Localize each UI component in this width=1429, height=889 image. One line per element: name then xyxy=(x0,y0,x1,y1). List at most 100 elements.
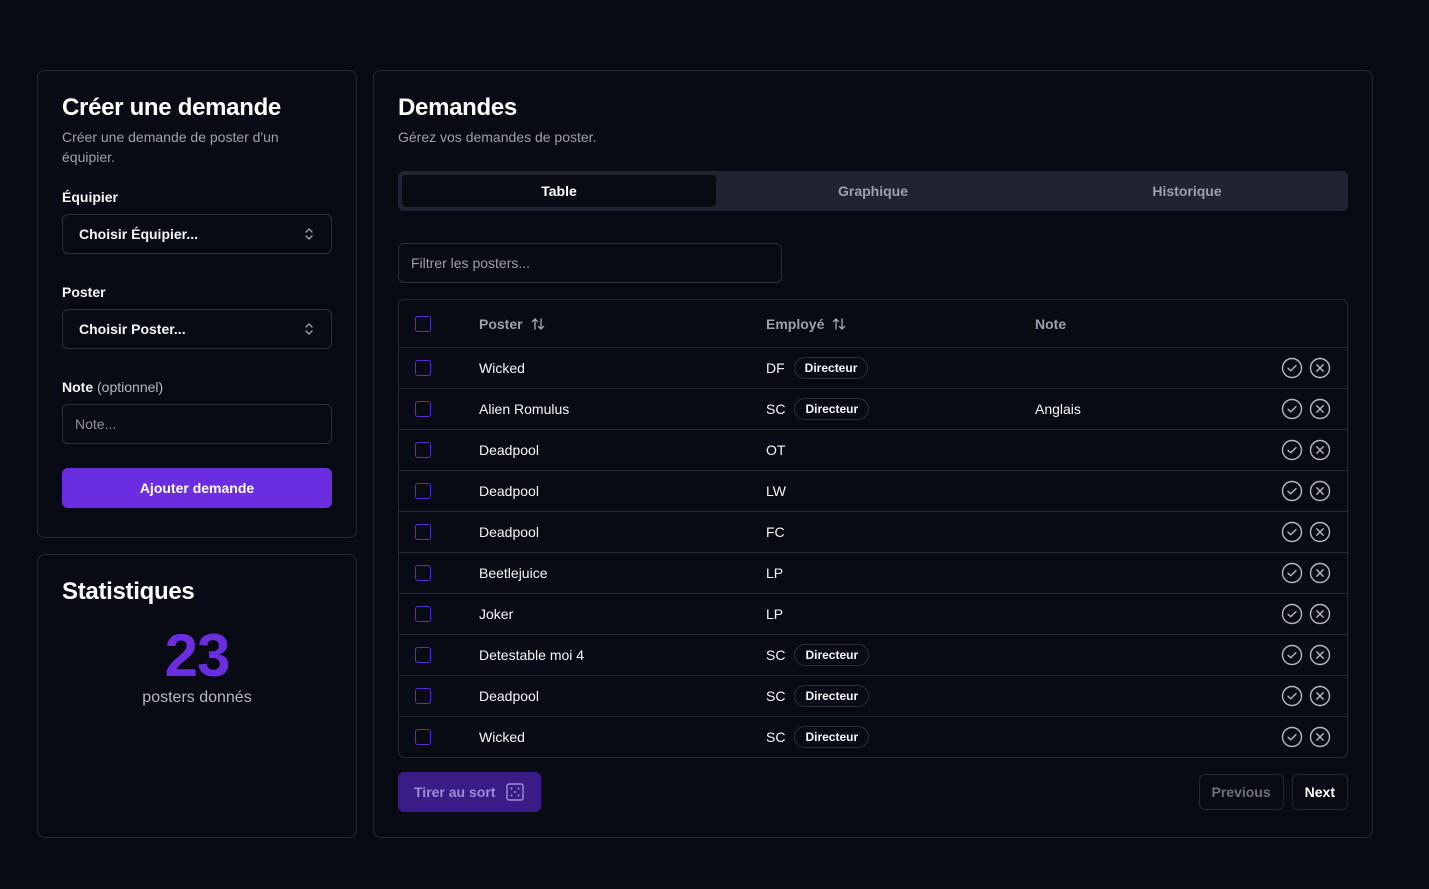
filter-placeholder: Filtrer les posters... xyxy=(411,255,531,271)
previous-page-button[interactable]: Previous xyxy=(1198,774,1284,810)
reject-x-icon[interactable] xyxy=(1309,521,1331,543)
poster-cell: Wicked xyxy=(479,729,525,745)
employee-cell: LP xyxy=(766,606,784,622)
table-row: Deadpool FC xyxy=(399,511,1347,552)
table-row: Deadpool SC Directeur xyxy=(399,675,1347,716)
approve-check-icon[interactable] xyxy=(1281,480,1303,502)
pagination: Previous Next xyxy=(1198,774,1348,810)
employee-cell: LP xyxy=(766,565,784,581)
reject-x-icon[interactable] xyxy=(1309,644,1331,666)
role-badge: Directeur xyxy=(793,357,869,379)
poster-cell: Alien Romulus xyxy=(479,401,570,417)
poster-cell: Detestable moi 4 xyxy=(479,647,585,663)
table-header: Poster Employé Note xyxy=(399,300,1347,347)
reject-x-icon[interactable] xyxy=(1309,357,1331,379)
row-checkbox[interactable] xyxy=(415,647,431,663)
column-poster: Poster xyxy=(479,315,523,332)
filter-posters-input[interactable]: Filtrer les posters... xyxy=(398,243,782,283)
row-checkbox[interactable] xyxy=(415,688,431,704)
draw-lots-label: Tirer au sort xyxy=(414,784,496,800)
poster-cell: Deadpool xyxy=(479,442,539,458)
table-row: Wicked DF Directeur xyxy=(399,347,1347,388)
tab-graphique[interactable]: Graphique xyxy=(716,175,1030,207)
approve-check-icon[interactable] xyxy=(1281,685,1303,707)
poster-cell: Deadpool xyxy=(479,688,539,704)
poster-cell: Joker xyxy=(479,606,514,622)
reject-x-icon[interactable] xyxy=(1309,603,1331,625)
row-checkbox[interactable] xyxy=(415,442,431,458)
column-employee: Employé xyxy=(766,315,825,332)
reject-x-icon[interactable] xyxy=(1309,685,1331,707)
table-row: Wicked SC Directeur xyxy=(399,716,1347,757)
requests-title: Demandes xyxy=(398,94,517,121)
approve-check-icon[interactable] xyxy=(1281,521,1303,543)
requests-table: Poster Employé Note Wicked DF Directeur Ali… xyxy=(398,299,1348,758)
row-checkbox[interactable] xyxy=(415,360,431,376)
reject-x-icon[interactable] xyxy=(1309,439,1331,461)
poster-cell: Wicked xyxy=(479,360,525,376)
approve-check-icon[interactable] xyxy=(1281,726,1303,748)
employee-cell: SC xyxy=(766,401,786,417)
row-checkbox[interactable] xyxy=(415,401,431,417)
role-badge: Directeur xyxy=(794,685,870,707)
row-checkbox[interactable] xyxy=(415,524,431,540)
tab-historique[interactable]: Historique xyxy=(1030,175,1344,207)
equipier-label: Équipier xyxy=(62,189,119,205)
approve-check-icon[interactable] xyxy=(1281,398,1303,420)
employee-cell: OT xyxy=(766,442,786,458)
reject-x-icon[interactable] xyxy=(1309,480,1331,502)
column-note: Note xyxy=(1035,315,1067,332)
draw-lots-button[interactable]: Tirer au sort xyxy=(398,772,542,812)
add-request-button[interactable]: Ajouter demande xyxy=(62,468,332,508)
row-checkbox[interactable] xyxy=(415,729,431,745)
requests-card: Demandes Gérez vos demandes de poster. T… xyxy=(373,70,1373,838)
chevrons-up-down-icon xyxy=(305,228,313,240)
approve-check-icon[interactable] xyxy=(1281,439,1303,461)
select-all-checkbox[interactable] xyxy=(415,315,431,332)
note-input[interactable]: Note... xyxy=(62,404,332,444)
row-checkbox[interactable] xyxy=(415,606,431,622)
approve-check-icon[interactable] xyxy=(1281,357,1303,379)
row-checkbox[interactable] xyxy=(415,565,431,581)
note-label: Note (optionnel) xyxy=(62,379,164,395)
employee-cell: FC xyxy=(766,524,785,540)
view-tabs: Table Graphique Historique xyxy=(398,171,1348,211)
row-checkbox[interactable] xyxy=(415,483,431,499)
table-row: Alien Romulus SC Directeur Anglais xyxy=(399,388,1347,429)
role-badge: Directeur xyxy=(794,726,870,748)
poster-select[interactable]: Choisir Poster... xyxy=(62,309,332,349)
employee-cell: LW xyxy=(766,483,786,499)
dice-icon xyxy=(506,783,525,801)
role-badge: Directeur xyxy=(794,398,870,420)
poster-cell: Deadpool xyxy=(479,524,539,540)
note-placeholder: Note... xyxy=(75,416,117,432)
chevrons-up-down-icon xyxy=(305,323,313,335)
approve-check-icon[interactable] xyxy=(1281,644,1303,666)
table-row: Beetlejuice LP xyxy=(399,552,1347,593)
equipier-select[interactable]: Choisir Équipier... xyxy=(62,214,332,254)
reject-x-icon[interactable] xyxy=(1309,398,1331,420)
stats-card: Statistiques 23 posters donnés xyxy=(37,554,357,838)
create-card-description: Créer une demande de poster d'un équipie… xyxy=(62,129,279,165)
approve-check-icon[interactable] xyxy=(1281,603,1303,625)
table-footer: Tirer au sort Previous Next xyxy=(398,772,1348,812)
role-badge: Directeur xyxy=(794,644,870,666)
posters-given-count: 23 xyxy=(164,622,231,689)
table-row: Detestable moi 4 SC Directeur xyxy=(399,634,1347,675)
sort-arrows-icon[interactable] xyxy=(531,317,545,331)
employee-cell: DF xyxy=(766,360,785,376)
employee-cell: SC xyxy=(766,688,786,704)
sort-arrows-icon[interactable] xyxy=(832,317,846,331)
note-cell: Anglais xyxy=(1035,401,1081,417)
posters-given-label: posters donnés xyxy=(142,689,252,706)
create-card-title: Créer une demande xyxy=(62,94,281,121)
reject-x-icon[interactable] xyxy=(1309,562,1331,584)
requests-description: Gérez vos demandes de poster. xyxy=(398,129,597,145)
next-page-button[interactable]: Next xyxy=(1291,774,1348,810)
stats-title: Statistiques xyxy=(62,578,195,605)
reject-x-icon[interactable] xyxy=(1309,726,1331,748)
approve-check-icon[interactable] xyxy=(1281,562,1303,584)
tab-table[interactable]: Table xyxy=(402,175,716,207)
poster-cell: Beetlejuice xyxy=(479,565,548,581)
create-request-card: Créer une demande Créer une demande de p… xyxy=(37,70,357,538)
